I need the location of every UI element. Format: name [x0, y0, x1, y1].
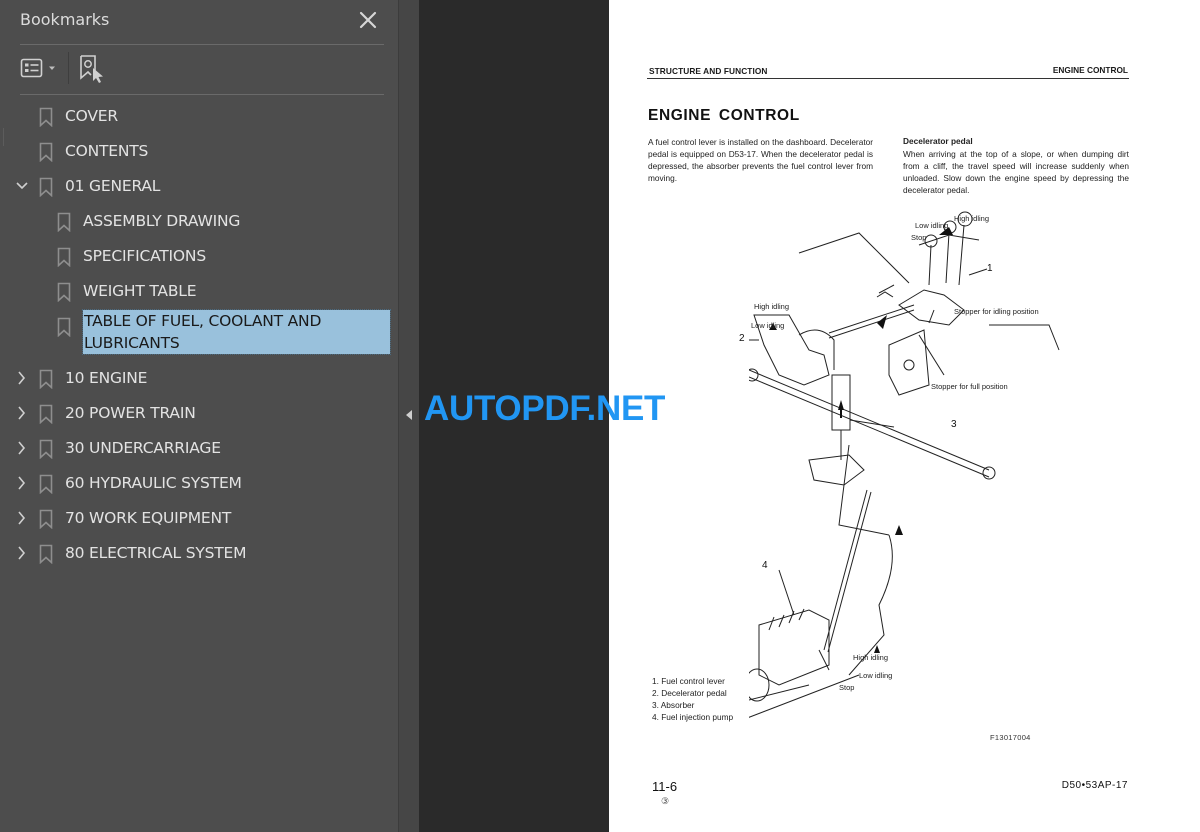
bookmark-icon — [39, 509, 53, 530]
bookmark-label: TABLE OF FUEL, COOLANT AND LUBRICANTS — [82, 309, 391, 355]
bookmark-item[interactable]: 30 UNDERCARRIAGE — [0, 431, 398, 466]
bookmark-label: 30 UNDERCARRIAGE — [65, 439, 221, 457]
bookmark-icon — [57, 317, 71, 338]
figure-code: F13017004 — [990, 733, 1031, 742]
subsection-heading: Decelerator pedal — [903, 136, 973, 146]
label-high-idling: High idling — [954, 214, 990, 223]
chevron-right-icon[interactable] — [15, 370, 29, 386]
document-page: STRUCTURE AND FUNCTION ENGINE CONTROL EN… — [609, 0, 1200, 832]
bookmark-icon — [39, 142, 53, 163]
bookmark-item[interactable]: 01 GENERAL — [0, 169, 398, 204]
bookmark-icon — [39, 404, 53, 425]
chevron-right-icon[interactable] — [15, 440, 29, 456]
callout-3: 3 — [951, 419, 957, 430]
bookmark-label: ASSEMBLY DRAWING — [83, 212, 241, 230]
revision-mark: ③ — [661, 796, 670, 806]
chevron-right-icon[interactable] — [15, 405, 29, 421]
legend-item: 3. Absorber — [652, 700, 695, 710]
label-low-idling-pump: Low idling — [859, 671, 893, 680]
model-code: D50•53AP-17 — [1061, 780, 1128, 791]
bookmark-item[interactable]: WEIGHT TABLE — [0, 274, 398, 309]
label-stop: Stop — [911, 233, 927, 242]
bookmark-item[interactable]: 10 ENGINE — [0, 361, 398, 396]
label-stopper-full: Stopper for full position — [931, 382, 1008, 391]
bookmark-icon — [57, 212, 71, 233]
close-panel-button[interactable] — [356, 8, 380, 32]
chevron-right-icon[interactable] — [15, 475, 29, 491]
callout-4: 4 — [762, 560, 768, 571]
watermark: AUTOPDF.NET — [424, 389, 666, 428]
label-stop-pump: Stop — [839, 683, 855, 692]
bookmark-options-icon — [20, 58, 55, 78]
label-stopper-idling: Stopper for idling position — [954, 307, 1039, 316]
intro-paragraph: A fuel control lever is installed on the… — [648, 137, 873, 183]
bookmark-item[interactable]: SPECIFICATIONS — [0, 239, 398, 274]
collapse-panel-button[interactable] — [405, 408, 413, 420]
bookmark-label: 70 WORK EQUIPMENT — [65, 509, 232, 527]
running-header-left: STRUCTURE AND FUNCTION — [649, 66, 768, 76]
label-low-idling: Low idling — [915, 221, 949, 230]
panel-title: Bookmarks — [20, 10, 110, 29]
figure-legend: 1. Fuel control lever 2. Decelerator ped… — [652, 675, 733, 723]
bookmark-options-button[interactable] — [20, 56, 62, 82]
bookmark-item[interactable]: 70 WORK EQUIPMENT — [0, 501, 398, 536]
linkage-drawing — [728, 211, 1060, 726]
bookmark-icon — [39, 177, 53, 198]
bookmark-item[interactable]: 20 POWER TRAIN — [0, 396, 398, 431]
bookmark-label: COVER — [65, 107, 118, 125]
bookmark-label: CONTENTS — [65, 142, 149, 160]
bookmark-icon — [39, 439, 53, 460]
bookmark-label: 20 POWER TRAIN — [65, 404, 196, 422]
bookmark-icon — [39, 369, 53, 390]
legend-item: 1. Fuel control lever — [652, 676, 725, 686]
bookmark-icon — [57, 282, 71, 303]
running-header-right: ENGINE CONTROL — [1052, 65, 1128, 75]
close-icon — [359, 11, 377, 29]
bookmark-label: 80 ELECTRICAL SYSTEM — [65, 544, 247, 562]
section-title: ENGINE CONTROL — [648, 107, 800, 124]
label-low-idling-pedal: Low idling — [751, 321, 785, 330]
label-high-idling-pedal: High idling — [754, 302, 790, 311]
bookmark-icon — [39, 544, 53, 565]
subsection-paragraph: When arriving at the top of a slope, or … — [903, 149, 1129, 195]
bookmark-item[interactable]: ASSEMBLY DRAWING — [0, 204, 398, 239]
label-high-idling-pump: High idling — [853, 653, 889, 662]
bookmark-label: 60 HYDRAULIC SYSTEM — [65, 474, 242, 492]
callout-2: 2 — [739, 333, 745, 344]
chevron-right-icon[interactable] — [15, 510, 29, 526]
bookmark-label: 10 ENGINE — [65, 369, 148, 387]
engine-control-diagram: High idling Low idling Stop 1 Stopper fo… — [728, 205, 1139, 745]
bookmark-icon — [57, 247, 71, 268]
bookmarks-panel: Bookmarks COVER CONTENTS 01 GENERAL ASSEMBL… — [0, 0, 399, 832]
find-current-bookmark-icon — [80, 55, 103, 83]
page-number: 11-6 — [652, 779, 678, 794]
bookmark-item[interactable]: 60 HYDRAULIC SYSTEM — [0, 466, 398, 501]
legend-item: 4. Fuel injection pump — [652, 712, 734, 722]
divider — [20, 94, 384, 95]
bookmark-label: WEIGHT TABLE — [83, 282, 197, 300]
bookmark-item[interactable]: CONTENTS — [0, 134, 398, 169]
header-rule — [647, 78, 1129, 79]
legend-item: 2. Decelerator pedal — [652, 688, 727, 698]
toolbar-separator — [68, 52, 69, 84]
find-current-bookmark-button[interactable] — [78, 54, 106, 84]
callout-1: 1 — [987, 263, 993, 274]
caret-left-icon — [406, 410, 412, 420]
bookmark-item[interactable]: COVER — [0, 99, 398, 134]
bookmark-item[interactable]: 80 ELECTRICAL SYSTEM — [0, 536, 398, 571]
bookmark-icon — [39, 107, 53, 128]
chevron-right-icon[interactable] — [15, 545, 29, 561]
bookmark-label: SPECIFICATIONS — [83, 247, 206, 265]
chevron-down-icon[interactable] — [15, 178, 29, 194]
bookmark-icon — [39, 474, 53, 495]
divider — [20, 44, 384, 45]
bookmark-item[interactable]: TABLE OF FUEL, COOLANT AND LUBRICANTS — [0, 309, 398, 359]
bookmark-label: 01 GENERAL — [65, 177, 161, 195]
